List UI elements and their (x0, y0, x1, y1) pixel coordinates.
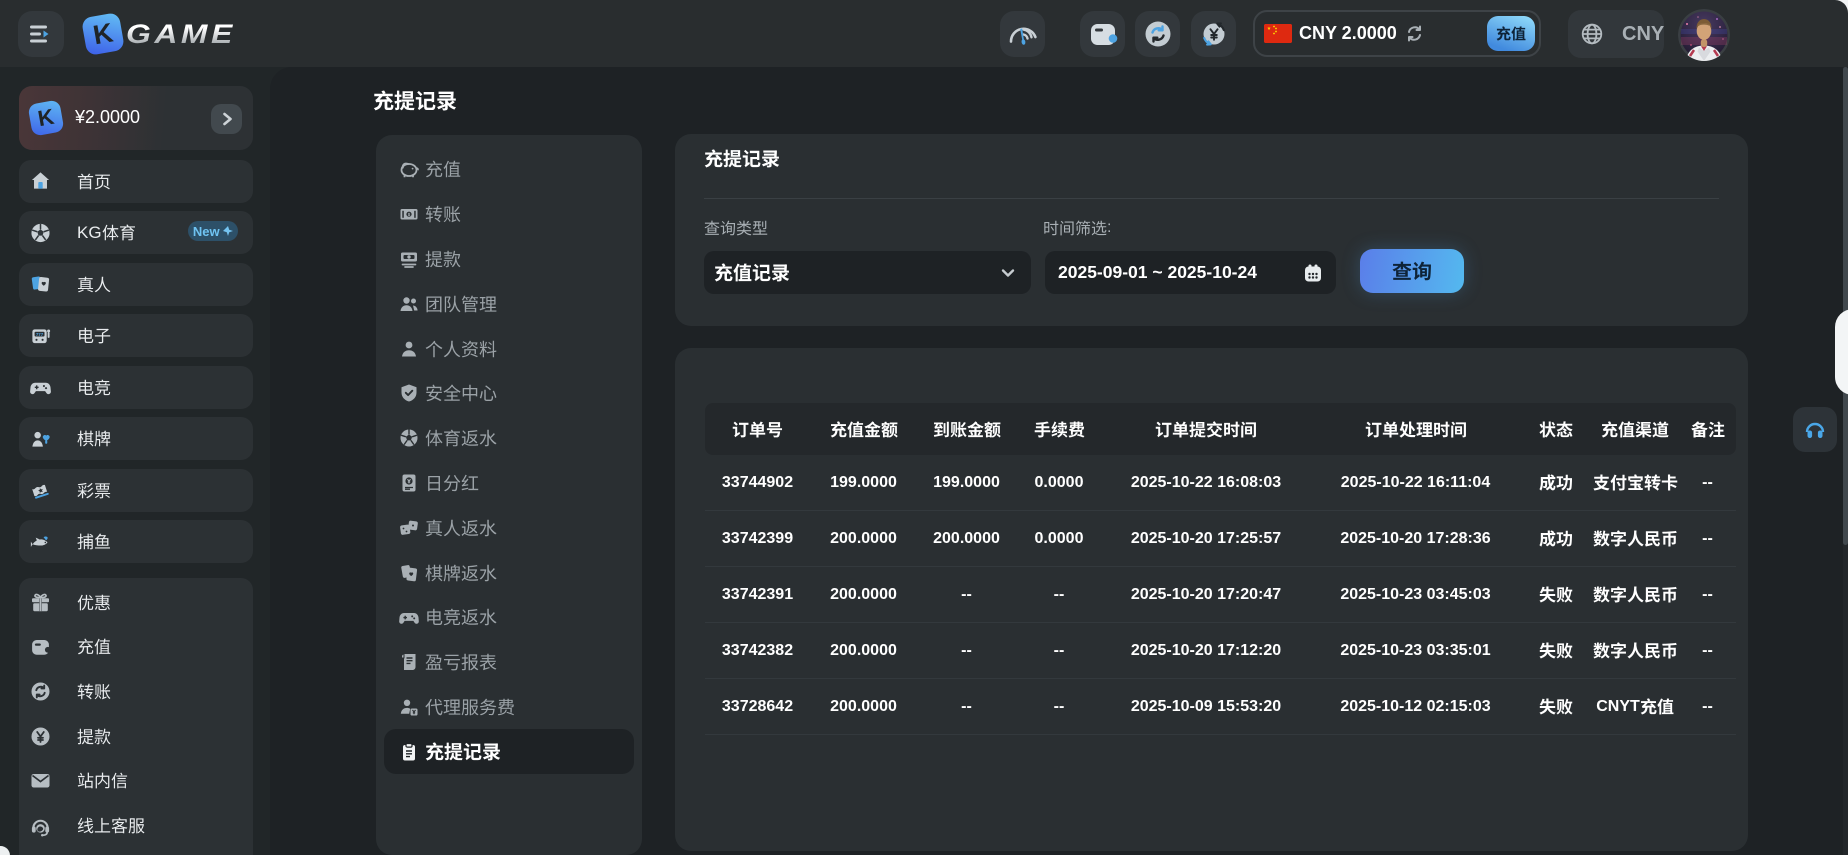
svg-text:777: 777 (36, 331, 44, 336)
